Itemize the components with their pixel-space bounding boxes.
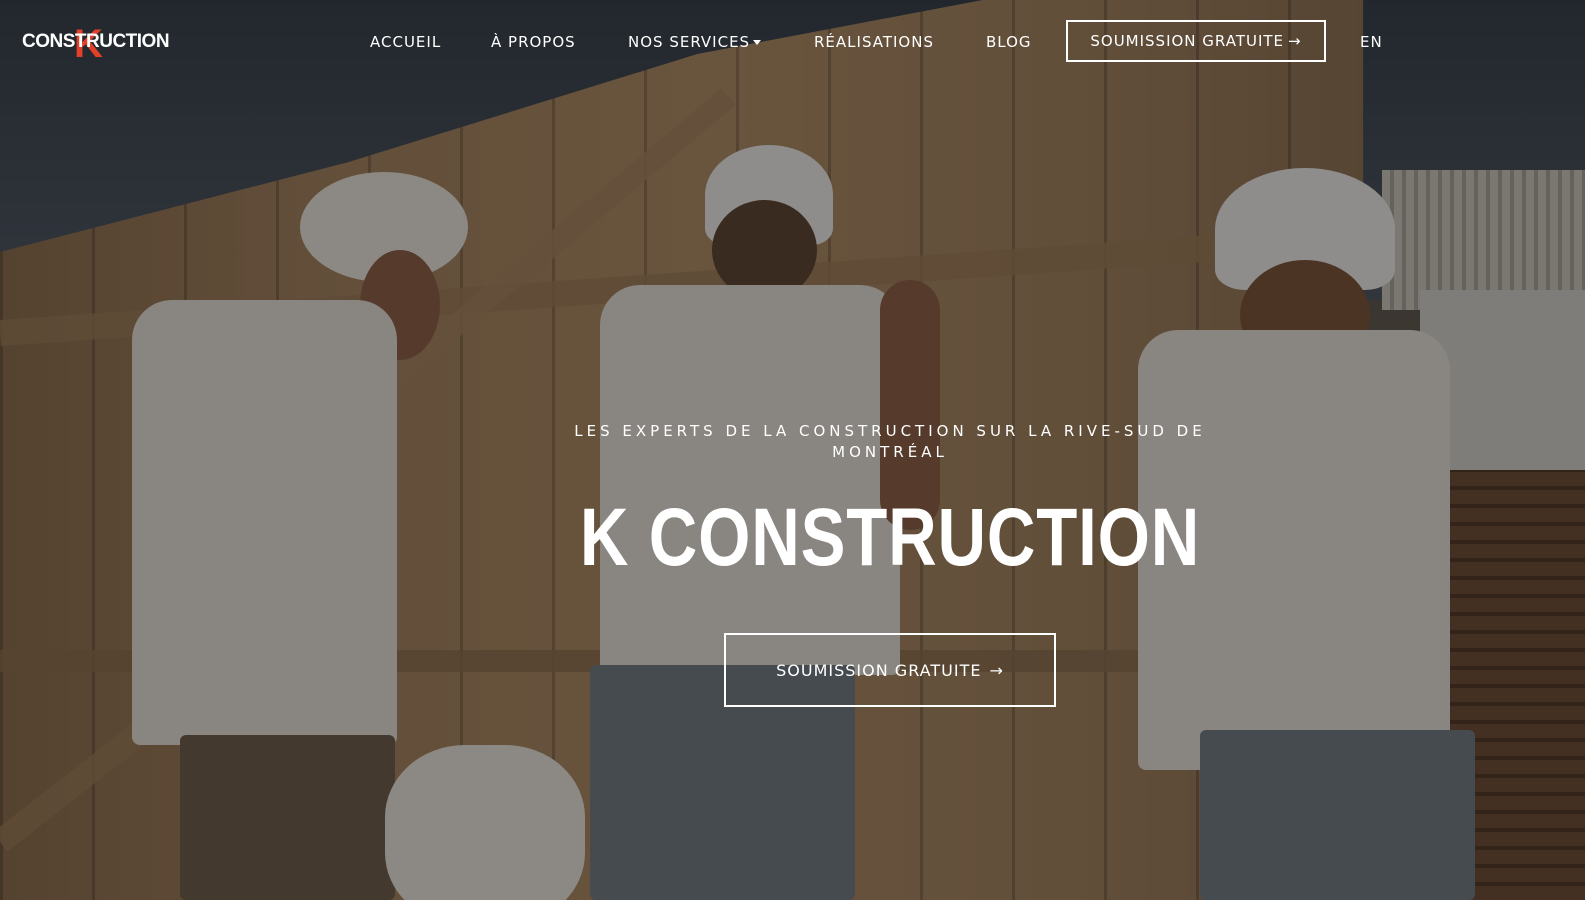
nav-quote-button-label: SOUMISSION GRATUITE (1090, 32, 1285, 50)
logo-word: CONSTRUCTION (22, 31, 170, 52)
arrow-right-icon: → (989, 660, 1004, 680)
hero-title: K CONSTRUCTION (579, 492, 1201, 583)
nav-item-a-propos[interactable]: À PROPOS (491, 32, 576, 52)
hero-quote-button[interactable]: SOUMISSION GRATUITE → (724, 633, 1056, 707)
site-logo[interactable]: K CONSTRUCTION (22, 24, 170, 64)
nav-item-blog[interactable]: BLOG (986, 32, 1032, 52)
hero-quote-button-label: SOUMISSION GRATUITE (776, 660, 982, 680)
top-navigation: K CONSTRUCTION ACCUEIL À PROPOS NOS SERV… (0, 0, 1585, 84)
nav-item-nos-services[interactable]: NOS SERVICES (628, 32, 762, 52)
caret-down-icon (753, 40, 762, 45)
language-switch[interactable]: EN (1360, 32, 1383, 52)
hero-subtitle: LES EXPERTS DE LA CONSTRUCTION SUR LA RI… (574, 422, 1206, 461)
arrow-right-icon: → (1288, 32, 1302, 50)
nav-item-accueil[interactable]: ACCUEIL (370, 32, 441, 52)
nav-quote-button[interactable]: SOUMISSION GRATUITE → (1066, 20, 1326, 62)
hero-section: K CONSTRUCTION ACCUEIL À PROPOS NOS SERV… (0, 0, 1585, 900)
nav-item-realisations[interactable]: RÉALISATIONS (814, 32, 934, 52)
nav-item-nos-services-label: NOS SERVICES (628, 33, 751, 51)
